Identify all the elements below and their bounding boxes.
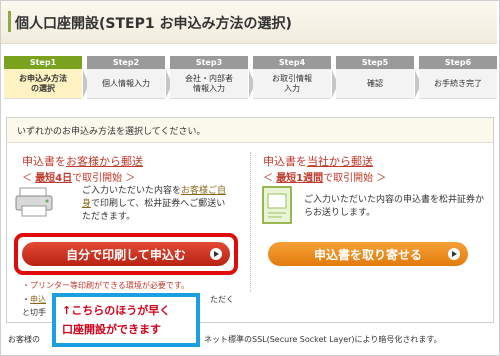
printer-icon xyxy=(15,187,53,217)
step-number: Step3 xyxy=(170,56,248,69)
title-bar: 個人口座開設(STEP1 お申込み方法の選択) xyxy=(1,1,497,44)
step-number: Step4 xyxy=(253,56,331,69)
left-sub-pre: ＜ xyxy=(22,173,36,184)
step-label: 会社・内部者 情報入力 xyxy=(170,69,248,99)
application-form-link[interactable]: 申込 xyxy=(30,295,46,304)
left-desc-part1: ご入力いただいた内容を xyxy=(82,186,182,196)
step-label: 個人情報入力 xyxy=(87,69,165,99)
step-label: お手続き完了 xyxy=(419,69,497,99)
faster-option-callout: ↑こちらのほうが早く 口座開設ができます xyxy=(52,293,200,347)
callout-line-2: 口座開設ができます xyxy=(62,323,161,336)
footer-ssl-note: ネット標準のSSL(Secure Socket Layer)により暗号化されます… xyxy=(204,335,442,344)
step-label: お申込み方法 の選択 xyxy=(4,69,82,99)
right-sub-post: で取引開始 ＞ xyxy=(323,173,387,184)
left-desc-part2: で印刷して、松井証券へご郵送いただきます。 xyxy=(82,199,226,222)
stamp-note: と切手 xyxy=(22,308,46,317)
step-number: Step5 xyxy=(336,56,414,69)
footer-text-left: お客様の xyxy=(8,335,40,344)
left-option-title: 申込書をお客様から郵送 xyxy=(22,155,143,168)
column-divider xyxy=(250,152,252,292)
panel-header: いずれかのお申込み方法を選択してください。 xyxy=(7,118,493,143)
step-2: Step2 個人情報入力 xyxy=(87,56,165,99)
instruction-text: いずれかのお申込み方法を選択してください。 xyxy=(17,127,206,137)
request-form-button[interactable]: 申込書を取り寄せる xyxy=(268,242,468,266)
right-option-description: ご入力いただいた内容の申込書を松井証券からお送りします。 xyxy=(304,195,485,218)
right-option-lead-time: ＜ 最短1週間で取引開始 ＞ xyxy=(263,169,386,184)
step-3: Step3 会社・内部者 情報入力 xyxy=(170,56,248,99)
print-and-apply-label: 自分で印刷して申込む xyxy=(66,247,186,262)
arrow-right-icon xyxy=(210,248,222,260)
left-sub-post: で取引開始 ＞ xyxy=(72,173,136,184)
print-and-apply-button[interactable]: 自分で印刷して申込む xyxy=(22,242,230,266)
printer-requirement-note: ・プリンター等印刷ができる環境が必要です。 xyxy=(22,281,190,290)
right-title-prefix: 申込書を xyxy=(263,155,307,168)
right-sub-days: 最短1週間 xyxy=(276,173,324,184)
left-option-lead-time: ＜ 最短4日で取引開始 ＞ xyxy=(22,169,135,184)
step-5: Step5 確認 xyxy=(336,56,414,99)
step-6: Step6 お手続き完了 xyxy=(419,56,497,99)
left-title-prefix: 申込書を xyxy=(22,155,66,168)
request-form-label: 申込書を取り寄せる xyxy=(313,247,422,262)
application-document-icon xyxy=(262,186,292,224)
application-note: ・申込 xyxy=(22,294,46,305)
step-label: お取引情報 入力 xyxy=(253,69,331,99)
right-title-emphasis: 当社から郵送 xyxy=(307,155,373,168)
step-progress: Step1 お申込み方法 の選択 Step2 個人情報入力 Step3 会社・内… xyxy=(4,56,497,99)
right-option-title: 申込書を当社から郵送 xyxy=(263,155,373,168)
left-title-emphasis: お客様から郵送 xyxy=(66,155,143,168)
left-option-description: ご入力いただいた内容をお客様ご自身で印刷して、松井証券へご郵送いただきます。 xyxy=(82,185,232,224)
left-sub-days: 最短4日 xyxy=(35,173,73,184)
step-number: Step1 xyxy=(4,56,82,69)
step-number: Step2 xyxy=(87,56,165,69)
step-1: Step1 お申込み方法 の選択 xyxy=(4,56,82,99)
step-number: Step6 xyxy=(419,56,497,69)
step-4: Step4 お取引情報 入力 xyxy=(253,56,331,99)
right-sub-pre: ＜ xyxy=(263,173,277,184)
application-note-tail: ただく xyxy=(210,295,234,304)
callout-line-1: ↑こちらのほうが早く xyxy=(62,304,171,317)
arrow-right-icon xyxy=(448,248,460,260)
note-bullet: ・ xyxy=(22,295,30,304)
page-title: 個人口座開設(STEP1 お申込み方法の選択) xyxy=(15,16,292,32)
step-label: 確認 xyxy=(336,69,414,99)
